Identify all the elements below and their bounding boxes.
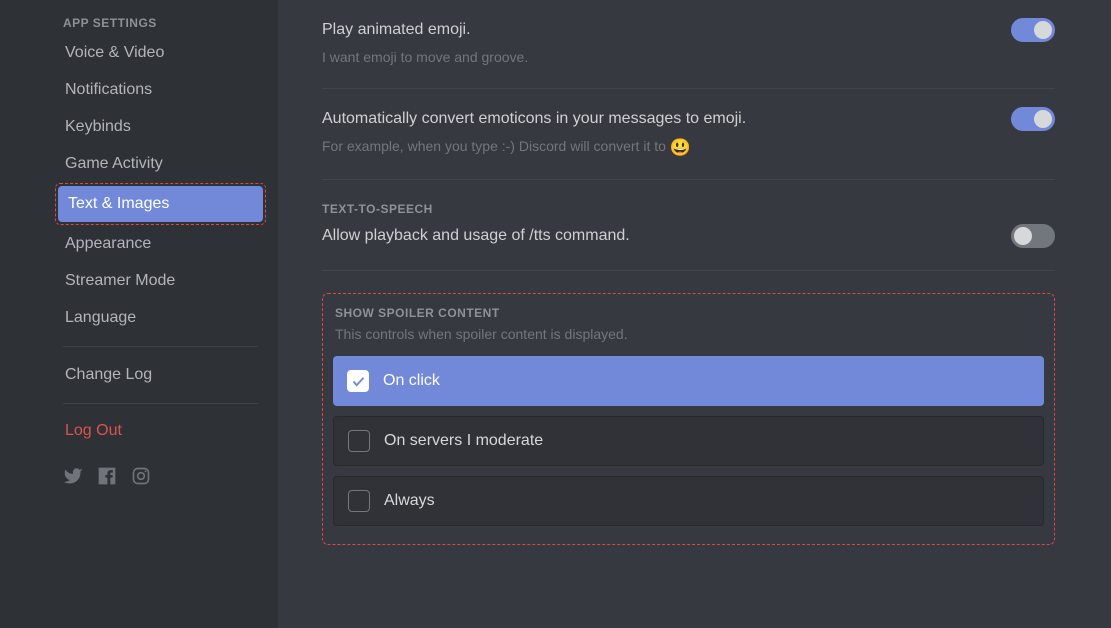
sidebar-item-keybinds[interactable]: Keybinds (55, 109, 266, 145)
sidebar-item-text-images[interactable]: Text & Images (55, 183, 266, 225)
radio-label: On click (383, 372, 440, 390)
sidebar-social-icons (55, 448, 266, 491)
setting-label: Play animated emoji. (322, 21, 471, 39)
setting-description: I want emoji to move and groove. (322, 48, 1055, 66)
toggle-animated-emoji[interactable] (1011, 18, 1055, 42)
divider (322, 179, 1055, 180)
setting-description: For example, when you type :-) Discord w… (322, 137, 1055, 157)
facebook-icon[interactable] (97, 466, 117, 491)
smile-emoji-icon: 😃 (670, 138, 691, 157)
radio-label: On servers I moderate (384, 432, 543, 450)
toggle-convert-emoticons[interactable] (1011, 107, 1055, 131)
sidebar-separator (63, 346, 258, 347)
setting-convert-emoticons: Automatically convert emoticons in your … (322, 89, 1055, 157)
setting-tts: Allow playback and usage of /tts command… (322, 216, 1055, 248)
settings-sidebar: App Settings Voice & Video Notifications… (0, 0, 278, 628)
spoiler-description: This controls when spoiler content is di… (333, 326, 1044, 342)
section-heading-tts: Text-to-Speech (322, 202, 1055, 216)
sidebar-item-label: Text & Images (58, 186, 263, 222)
sidebar-item-language[interactable]: Language (55, 300, 266, 336)
instagram-icon[interactable] (131, 466, 151, 491)
sidebar-item-game-activity[interactable]: Game Activity (55, 146, 266, 182)
checkbox-unchecked-icon (348, 430, 370, 452)
spoiler-option-always[interactable]: Always (333, 476, 1044, 526)
settings-content: Play animated emoji. I want emoji to mov… (278, 0, 1111, 628)
sidebar-item-streamer-mode[interactable]: Streamer Mode (55, 263, 266, 299)
sidebar-item-appearance[interactable]: Appearance (55, 226, 266, 262)
spoiler-option-on-servers[interactable]: On servers I moderate (333, 416, 1044, 466)
setting-label: Allow playback and usage of /tts command… (322, 227, 630, 245)
radio-label: Always (384, 492, 435, 510)
spoiler-radio-list: On click On servers I moderate Always (333, 356, 1044, 526)
sidebar-item-change-log[interactable]: Change Log (55, 357, 266, 393)
checkbox-checked-icon (347, 370, 369, 392)
setting-label: Automatically convert emoticons in your … (322, 110, 746, 128)
divider (322, 270, 1055, 271)
spoiler-content-panel: Show Spoiler Content This controls when … (322, 293, 1055, 545)
sidebar-separator (63, 403, 258, 404)
setting-animated-emoji: Play animated emoji. I want emoji to mov… (322, 0, 1055, 66)
checkbox-unchecked-icon (348, 490, 370, 512)
sidebar-heading-app-settings: App Settings (55, 10, 266, 34)
section-heading-spoiler: Show Spoiler Content (333, 306, 1044, 320)
toggle-tts[interactable] (1011, 224, 1055, 248)
twitter-icon[interactable] (63, 466, 83, 491)
sidebar-item-notifications[interactable]: Notifications (55, 72, 266, 108)
spoiler-option-on-click[interactable]: On click (333, 356, 1044, 406)
sidebar-item-voice-video[interactable]: Voice & Video (55, 35, 266, 71)
sidebar-item-logout[interactable]: Log Out (55, 414, 266, 448)
